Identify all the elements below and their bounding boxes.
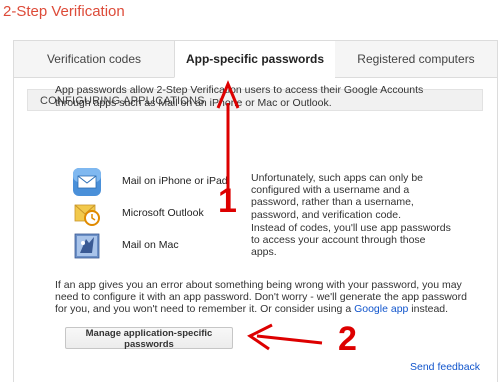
footer-text-part: instead. (408, 303, 449, 316)
app-label: Microsoft Outlook (122, 207, 204, 219)
google-app-link[interactable]: Google app (354, 303, 408, 315)
tab-registered-computers[interactable]: Registered computers (335, 41, 497, 78)
annotation-number-1: 1 (218, 182, 237, 220)
tab-app-specific-passwords[interactable]: App-specific passwords (174, 41, 336, 78)
send-feedback-link[interactable]: Send feedback (410, 361, 480, 373)
note-text: Instead of codes, you'll use app passwor… (251, 222, 451, 259)
intro-text: App passwords allow 2-Step Verification … (55, 84, 424, 109)
app-label: Mail on Mac (122, 239, 179, 251)
tab-verification-codes[interactable]: Verification codes (14, 41, 174, 78)
outlook-icon (72, 199, 102, 229)
tab-bar: Verification codes App-specific password… (14, 41, 497, 78)
page-title: 2-Step Verification (3, 3, 125, 20)
mail-iphone-icon (72, 167, 102, 197)
note-text: Unfortunately, such apps can only be con… (251, 172, 423, 221)
app-label: Mail on iPhone or iPad (122, 175, 228, 187)
annotation-number-2: 2 (338, 320, 357, 358)
footer-text: If an app gives you an error about somet… (55, 279, 475, 316)
mac-mail-icon (72, 231, 102, 261)
manage-app-passwords-button[interactable]: Manage application-specific passwords (65, 327, 233, 350)
